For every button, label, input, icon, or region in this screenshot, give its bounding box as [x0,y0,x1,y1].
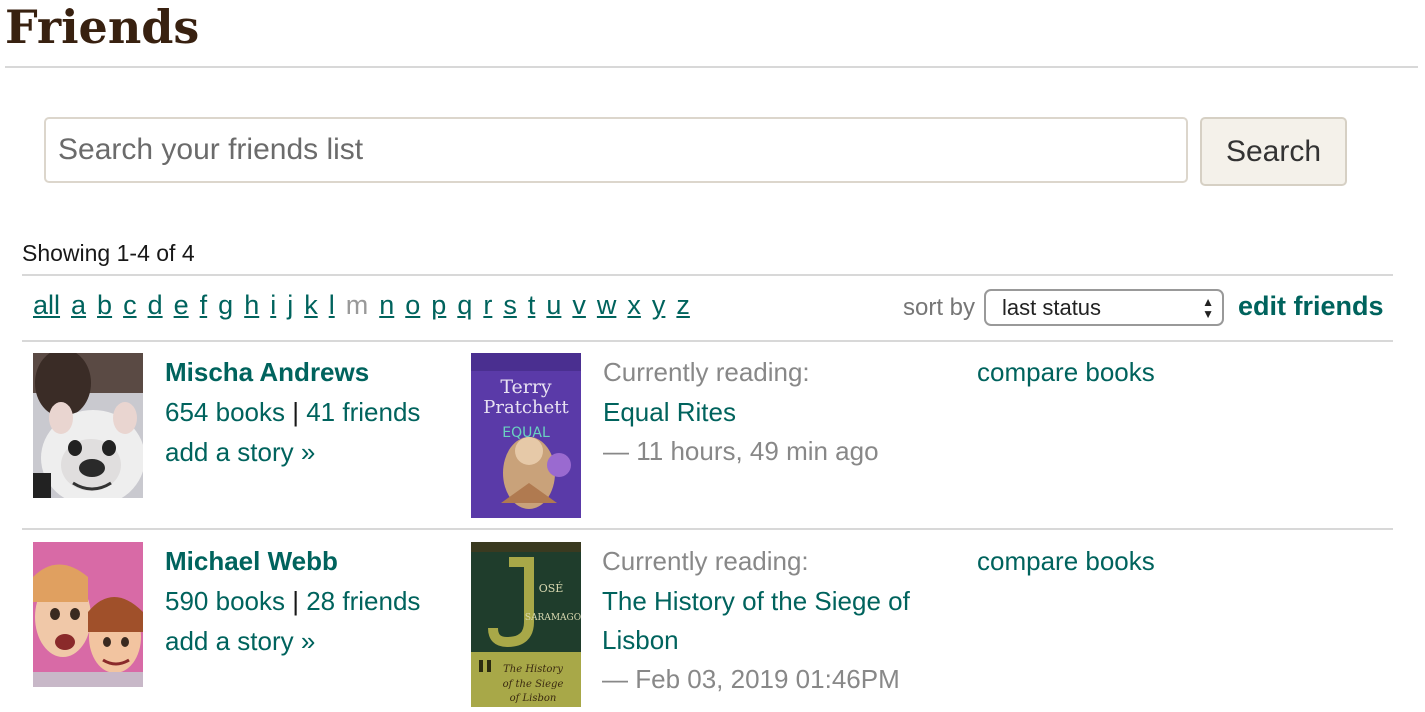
compare-books-link[interactable]: compare books [977,357,1155,388]
select-arrows-icon: ▲ ▼ [1202,295,1214,321]
search-button[interactable]: Search [1200,117,1347,186]
compare-books-link[interactable]: compare books [977,546,1155,577]
letter-filter-k[interactable]: k [304,290,318,321]
edit-friends-link[interactable]: edit friends [1238,291,1384,322]
results-count: Showing 1-4 of 4 [22,240,195,266]
friend-avatar[interactable] [33,353,143,498]
sort-selected-value: last status [1002,295,1102,320]
letter-filter-e[interactable]: e [174,290,189,321]
letter-filter-q[interactable]: q [457,290,472,321]
letter-filter-x[interactable]: x [627,290,641,321]
search-input[interactable] [44,117,1188,183]
svg-text:The History: The History [503,664,563,675]
svg-text:Pratchett: Pratchett [483,397,569,418]
add-story-link[interactable]: add a story » [165,437,315,468]
stats-separator: | [292,397,299,427]
letter-filter-h[interactable]: h [244,290,259,321]
letter-filter-v[interactable]: v [572,290,586,321]
friend-avatar[interactable] [33,542,143,687]
friend-stats: 590 books | 28 friends [165,586,420,617]
svg-text:SARAMAGO: SARAMAGO [525,613,581,623]
letter-filter-f[interactable]: f [200,290,208,321]
letter-filter-z[interactable]: z [676,290,690,321]
svg-text:OSÉ: OSÉ [539,581,564,595]
letter-filter-t[interactable]: t [528,290,536,321]
filter-divider-bottom [22,340,1393,342]
books-count-link[interactable]: 590 books [165,586,285,616]
letter-filter-l[interactable]: l [329,290,335,321]
friend-stats: 654 books | 41 friends [165,397,420,428]
book-title-link[interactable]: The History of the Siege of [602,586,910,617]
letter-filter-m: m [345,290,369,320]
book-cover[interactable]: Terry Pratchett EQUAL [471,353,581,518]
letter-filter-o[interactable]: o [405,290,420,321]
page-title: Friends [5,0,200,54]
letter-filter-g[interactable]: g [218,290,233,321]
row-divider [22,528,1393,530]
svg-text:of the Siege: of the Siege [503,679,564,690]
letter-filter-n[interactable]: n [379,290,394,321]
friend-name-link[interactable]: Mischa Andrews [165,357,369,388]
letter-filter-p[interactable]: p [431,290,446,321]
letter-filter-c[interactable]: c [123,290,137,321]
letter-filter-r[interactable]: r [483,290,492,321]
alphabet-filter: all a b c d e f g h i j k l m n o p q r s t u v w x y z [33,290,701,326]
friends-count-link[interactable]: 41 friends [306,397,420,427]
status-timestamp: — 11 hours, 49 min ago [603,436,879,466]
books-count-link[interactable]: 654 books [165,397,285,427]
friend-name-link[interactable]: Michael Webb [165,546,338,577]
book-cover[interactable]: OSÉ SARAMAGO The History of the Siege of… [471,542,581,707]
filter-divider-top [22,274,1393,276]
sort-by-label: sort by [903,294,976,321]
status-timestamp: — Feb 03, 2019 01:46PM [602,664,900,694]
letter-filter-b[interactable]: b [97,290,112,321]
stats-separator: | [292,586,299,616]
status-label: Currently reading: [603,357,810,387]
letter-filter-j[interactable]: j [287,290,293,321]
add-story-link[interactable]: add a story » [165,626,315,657]
book-title-link[interactable]: Equal Rites [603,397,736,428]
letter-filter-s[interactable]: s [503,290,517,321]
title-divider [5,66,1418,68]
letter-filter-i[interactable]: i [270,290,276,321]
letter-filter-d[interactable]: d [148,290,163,321]
sort-select[interactable]: last status ▲ ▼ [984,289,1224,326]
letter-filter-a[interactable]: a [71,290,86,321]
status-label: Currently reading: [602,546,809,576]
svg-text:of Lisbon: of Lisbon [510,693,557,704]
letter-filter-y[interactable]: y [652,290,666,321]
letter-filter-w[interactable]: w [597,290,617,321]
book-title-link-continued[interactable]: Lisbon [602,625,679,656]
friends-count-link[interactable]: 28 friends [306,586,420,616]
letter-filter-u[interactable]: u [546,290,561,321]
svg-text:Terry: Terry [500,376,552,398]
letter-filter-all[interactable]: all [33,290,60,321]
